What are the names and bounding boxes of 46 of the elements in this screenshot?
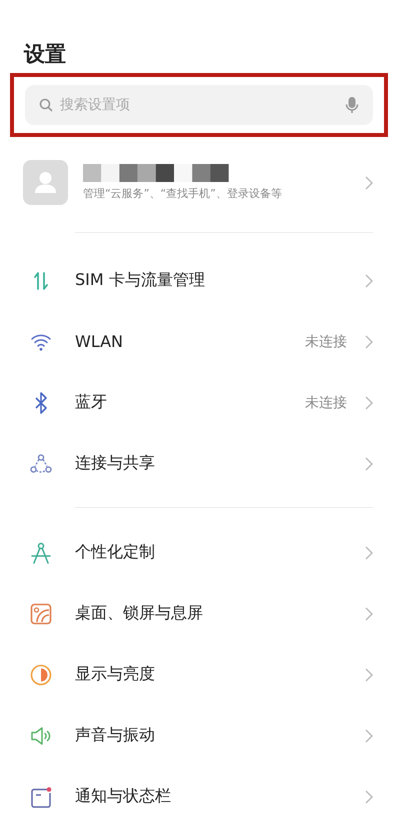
status-text: 未连接 [305,394,347,412]
wifi-icon [30,332,52,350]
bluetooth-icon [34,392,48,414]
settings-item[interactable]: 通知与状态栏 [0,766,400,815]
settings-item[interactable]: 连接与共享 [0,433,400,494]
item-label: 桌面、锁屏与息屏 [75,603,204,624]
chevron-icon [365,456,373,470]
item-label: 个性化定制 [75,542,156,563]
speaker-icon [30,726,52,746]
page-title: 设置 [22,41,67,68]
chevron-icon [365,606,373,620]
item-label: 声音与振动 [75,725,156,746]
chevron-icon [365,176,373,190]
chevron-icon [365,546,373,560]
avatar-icon [23,160,68,205]
wallpaper-icon [30,602,52,624]
chevron-icon [365,274,373,288]
item-label: WLAN [75,332,124,351]
settings-item[interactable]: WLAN 未连接 [0,311,400,372]
item-label: 通知与状态栏 [75,786,172,807]
chevron-icon [365,668,373,682]
settings-item[interactable]: 桌面、锁屏与息屏 [0,583,400,644]
account-subtitle: 管理“云服务”、“查找手机”、登录设备等 [83,186,283,201]
settings-item[interactable]: 蓝牙 未连接 [0,372,400,433]
settings-item[interactable]: 显示与亮度 [0,644,400,705]
settings-item[interactable]: 个性化定制 [0,522,400,583]
chevron-icon [365,790,373,804]
search-icon [39,98,53,112]
search-field[interactable]: 搜索设置项 [25,85,373,125]
status-text: 未连接 [305,332,347,350]
chevron-icon [365,396,373,410]
settings-item[interactable]: 声音与振动 [0,705,400,766]
compass-icon [30,542,52,564]
account-row[interactable]: 管理“云服务”、“查找手机”、登录设备等 [23,160,373,205]
item-label: 连接与共享 [75,453,156,474]
arrows-icon [31,270,51,290]
share-icon [30,454,52,474]
notification-icon [30,786,52,808]
chevron-icon [365,334,373,348]
item-label: 蓝牙 [75,392,108,413]
settings-item[interactable]: SIM 卡与流量管理 [0,250,400,311]
microphone-icon[interactable] [345,96,359,114]
brightness-icon [30,664,52,686]
item-label: SIM 卡与流量管理 [75,270,206,291]
chevron-icon [365,728,373,742]
item-label: 显示与亮度 [75,664,156,685]
